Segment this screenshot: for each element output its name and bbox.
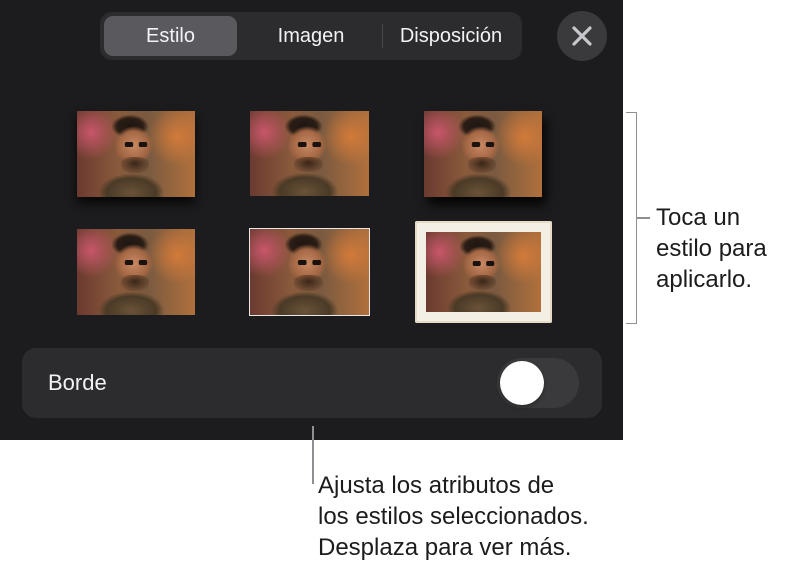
tab-estilo[interactable]: Estilo [104,16,237,56]
tab-segmented-control: Estilo Imagen Disposición [100,12,522,60]
style-thumbnail-cream-frame[interactable] [415,221,552,323]
segment-divider [382,24,383,48]
callout-leader-line [312,426,314,484]
close-icon [572,26,592,46]
border-row: Borde [22,348,602,418]
style-thumbnail-plain[interactable] [77,229,195,315]
style-thumbnail-reflection[interactable] [250,111,369,196]
border-toggle[interactable] [497,358,579,408]
callout-styles: Toca un estilo para aplicarlo. [656,202,803,295]
style-thumbnail-drop-shadow[interactable] [424,111,542,197]
tab-imagen[interactable]: Imagen [241,16,381,56]
close-button[interactable] [557,11,607,61]
style-panel: Estilo Imagen Disposición Borde [0,0,623,440]
callout-attributes: Ajusta los atributos de los estilos sele… [318,470,798,563]
style-thumbnail-thin-border[interactable] [249,228,370,316]
tab-disposicion[interactable]: Disposición [384,16,518,56]
callout-styles-line: estilo para [656,235,767,262]
callout-attributes-line: Desplaza para ver más. [318,534,572,561]
callout-bracket-tick [636,217,650,219]
reflection-effect [250,196,369,212]
style-thumbnail-shadow[interactable] [77,111,195,197]
callout-attributes-line: Ajusta los atributos de [318,472,555,499]
callout-styles-line: Toca un [656,204,741,231]
callout-attributes-line: los estilos seleccionados. [318,503,589,530]
callout-styles-line: aplicarlo. [656,266,753,293]
framed-photo [426,232,541,312]
toggle-knob [500,361,544,405]
border-label: Borde [48,370,107,395]
